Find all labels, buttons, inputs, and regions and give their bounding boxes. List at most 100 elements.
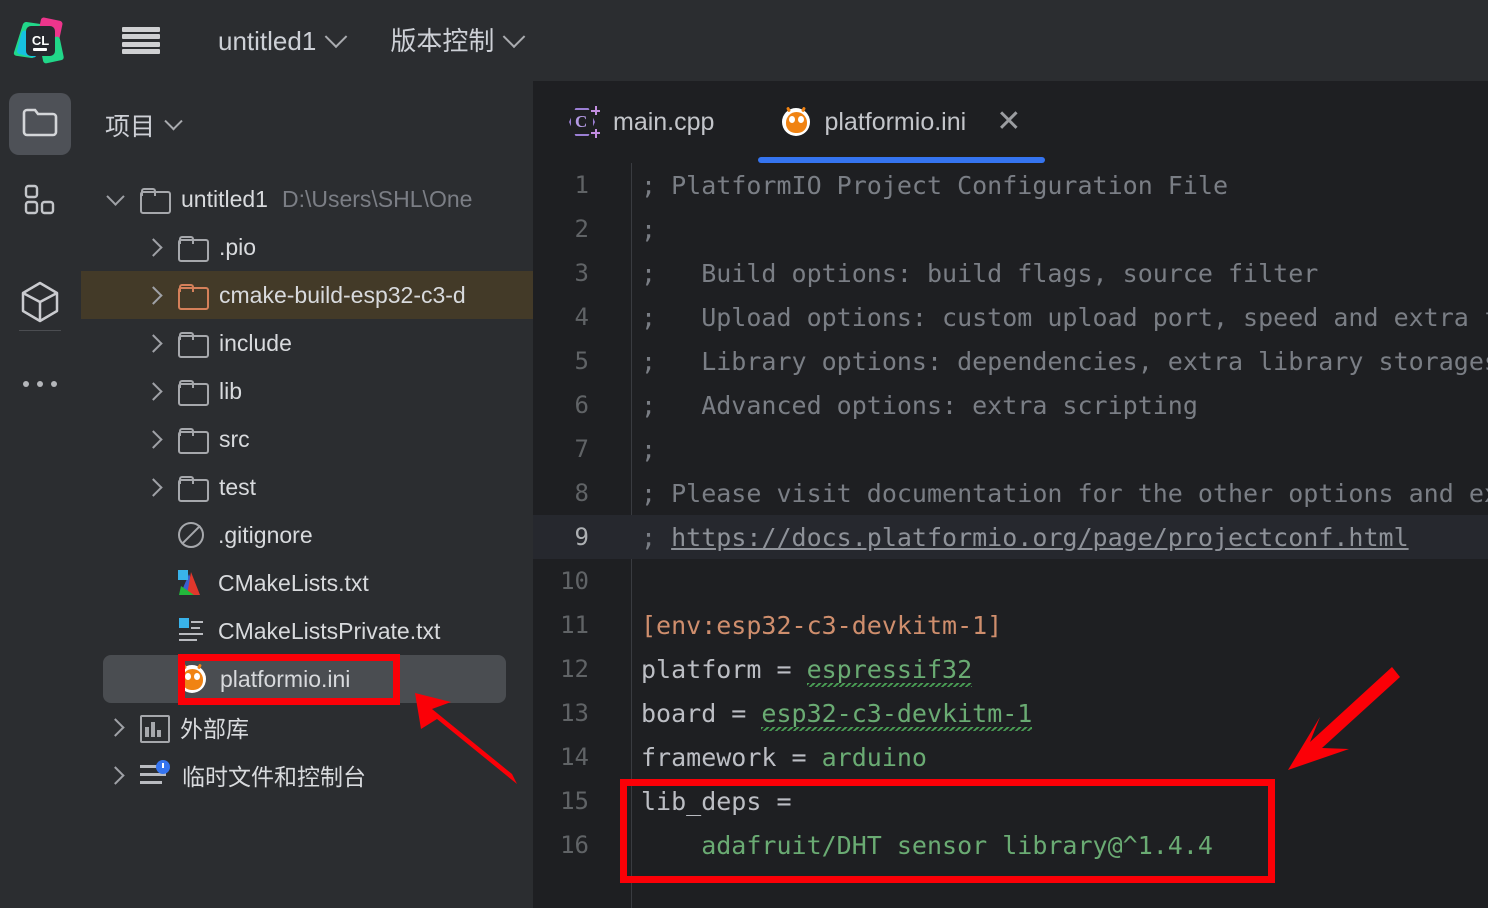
- code-line: 4 ; Upload options: custom upload port, …: [533, 295, 1488, 339]
- tab-platformio-ini[interactable]: platformio.ini ✕: [758, 81, 1045, 163]
- line-number: 12: [533, 655, 605, 683]
- ellipsis-icon: [23, 381, 57, 387]
- code-editor[interactable]: 1 ; PlatformIO Project Configuration Fil…: [533, 163, 1488, 908]
- code-line: 6 ; Advanced options: extra scripting: [533, 383, 1488, 427]
- line-number: 2: [533, 215, 605, 243]
- rail-item-dependencies[interactable]: [9, 273, 71, 335]
- line-number: 14: [533, 743, 605, 771]
- ini-key: framework =: [641, 743, 822, 772]
- tree-node-test[interactable]: test: [81, 463, 533, 511]
- tree-node-cmake-build[interactable]: cmake-build-esp32-c3-d: [81, 271, 533, 319]
- chevron-down-icon: [164, 112, 182, 130]
- rail-item-more[interactable]: [9, 353, 71, 415]
- tree-node-include[interactable]: include: [81, 319, 533, 367]
- tree-node-untitled1[interactable]: untitled1 D:\Users\SHL\One: [81, 175, 533, 223]
- line-number: 1: [533, 171, 605, 199]
- code-line: 12 platform = espressif32: [533, 647, 1488, 691]
- line-text: ; Library options: dependencies, extra l…: [605, 347, 1488, 376]
- ini-value: espressif32: [807, 655, 973, 687]
- tree-node-src[interactable]: src: [81, 415, 533, 463]
- ini-value: adafruit/DHT sensor library@^1.4.4: [605, 831, 1213, 860]
- cube-icon: [20, 281, 60, 328]
- blocks-icon: [24, 184, 56, 221]
- chevron-right-icon[interactable]: [144, 238, 162, 256]
- code-line: 8 ; Please visit documentation for the o…: [533, 471, 1488, 515]
- line-number: 4: [533, 303, 605, 331]
- chevron-down-icon: [325, 25, 348, 48]
- vcs-selector[interactable]: 版本控制: [390, 28, 522, 54]
- project-tree: untitled1 D:\Users\SHL\One .pio cmake-bu…: [81, 175, 533, 799]
- tree-node-platformio-ini[interactable]: platformio.ini: [103, 655, 506, 703]
- line-number: 16: [533, 831, 605, 859]
- code-line-current: 9 ; https://docs.platformio.org/page/pro…: [533, 515, 1488, 559]
- chevron-right-icon[interactable]: [144, 382, 162, 400]
- code-line: 14 framework = arduino: [533, 735, 1488, 779]
- tree-node-scratches-consoles[interactable]: 临时文件和控制台: [81, 751, 533, 799]
- chevron-right-icon[interactable]: [106, 718, 124, 736]
- gitignore-icon: [178, 522, 204, 548]
- folder-icon-orange: [178, 284, 205, 306]
- clion-logo: CL: [17, 18, 63, 64]
- platformio-icon: [782, 108, 810, 136]
- close-icon[interactable]: ✕: [996, 107, 1021, 137]
- tree-node-cmakelists[interactable]: CMakeLists.txt: [81, 559, 533, 607]
- tree-node-label: 外部库: [180, 710, 249, 744]
- line-number: 8: [533, 479, 605, 507]
- code-line: 16 adafruit/DHT sensor library@^1.4.4: [533, 823, 1488, 867]
- line-number: 6: [533, 391, 605, 419]
- tab-label: platformio.ini: [824, 108, 966, 137]
- tree-node-label: untitled1: [181, 186, 268, 213]
- folder-icon: [140, 188, 167, 210]
- code-line: 2 ;: [533, 207, 1488, 251]
- project-panel-header[interactable]: 项目: [81, 81, 533, 143]
- tree-node-path: D:\Users\SHL\One: [282, 186, 472, 213]
- tree-node-lib[interactable]: lib: [81, 367, 533, 415]
- documentation-link[interactable]: https://docs.platformio.org/page/project…: [671, 523, 1409, 552]
- code-line: 10: [533, 559, 1488, 603]
- chevron-down-icon[interactable]: [106, 187, 124, 205]
- tool-window-rail: [0, 81, 81, 908]
- tree-node-gitignore[interactable]: .gitignore: [81, 511, 533, 559]
- line-number: 15: [533, 787, 605, 815]
- folder-icon: [178, 332, 205, 354]
- tree-node-label: include: [219, 330, 292, 357]
- line-text: ; Upload options: custom upload port, sp…: [605, 303, 1488, 332]
- folder-icon: [178, 476, 205, 498]
- cmake-icon: [178, 570, 204, 596]
- project-name-label: untitled1: [218, 28, 316, 54]
- rail-item-structure[interactable]: [9, 171, 71, 233]
- folder-icon: [178, 428, 205, 450]
- chevron-right-icon[interactable]: [144, 334, 162, 352]
- hamburger-menu-icon[interactable]: [122, 24, 160, 58]
- chevron-right-icon[interactable]: [144, 430, 162, 448]
- tree-node-label: CMakeListsPrivate.txt: [218, 618, 440, 645]
- cpp-file-icon: C: [569, 107, 599, 137]
- line-number: 7: [533, 435, 605, 463]
- tree-node-label: lib: [219, 378, 242, 405]
- tab-main-cpp[interactable]: C main.cpp: [545, 81, 738, 163]
- text-document-icon: [178, 618, 204, 644]
- project-name-selector[interactable]: untitled1: [218, 28, 344, 54]
- folder-icon: [178, 380, 205, 402]
- vcs-label: 版本控制: [390, 28, 494, 54]
- line-text: ; Please visit documentation for the oth…: [605, 479, 1488, 508]
- rail-item-projects[interactable]: [9, 93, 71, 155]
- chevron-right-icon[interactable]: [144, 286, 162, 304]
- chevron-right-icon[interactable]: [106, 766, 124, 784]
- line-text: ;: [605, 435, 656, 464]
- tree-node-cmakelists-private[interactable]: CMakeListsPrivate.txt: [81, 607, 533, 655]
- code-line: 3 ; Build options: build flags, source f…: [533, 251, 1488, 295]
- chevron-right-icon[interactable]: [144, 478, 162, 496]
- tree-node-external-libraries[interactable]: 外部库: [81, 703, 533, 751]
- code-line: 11 [env:esp32-c3-devkitm-1]: [533, 603, 1488, 647]
- line-text: ;: [605, 215, 656, 244]
- folder-icon: [178, 236, 205, 258]
- tree-node-label: test: [219, 474, 256, 501]
- scratches-icon: [140, 763, 168, 787]
- line-text: ; PlatformIO Project Configuration File: [605, 171, 1228, 200]
- tree-node-label: .pio: [219, 234, 256, 261]
- editor-area: C main.cpp platformio.ini ✕ 1 ; Platform…: [533, 81, 1488, 908]
- tree-node-pio[interactable]: .pio: [81, 223, 533, 271]
- line-text: ; Advanced options: extra scripting: [605, 391, 1198, 420]
- tree-node-label: 临时文件和控制台: [182, 758, 366, 792]
